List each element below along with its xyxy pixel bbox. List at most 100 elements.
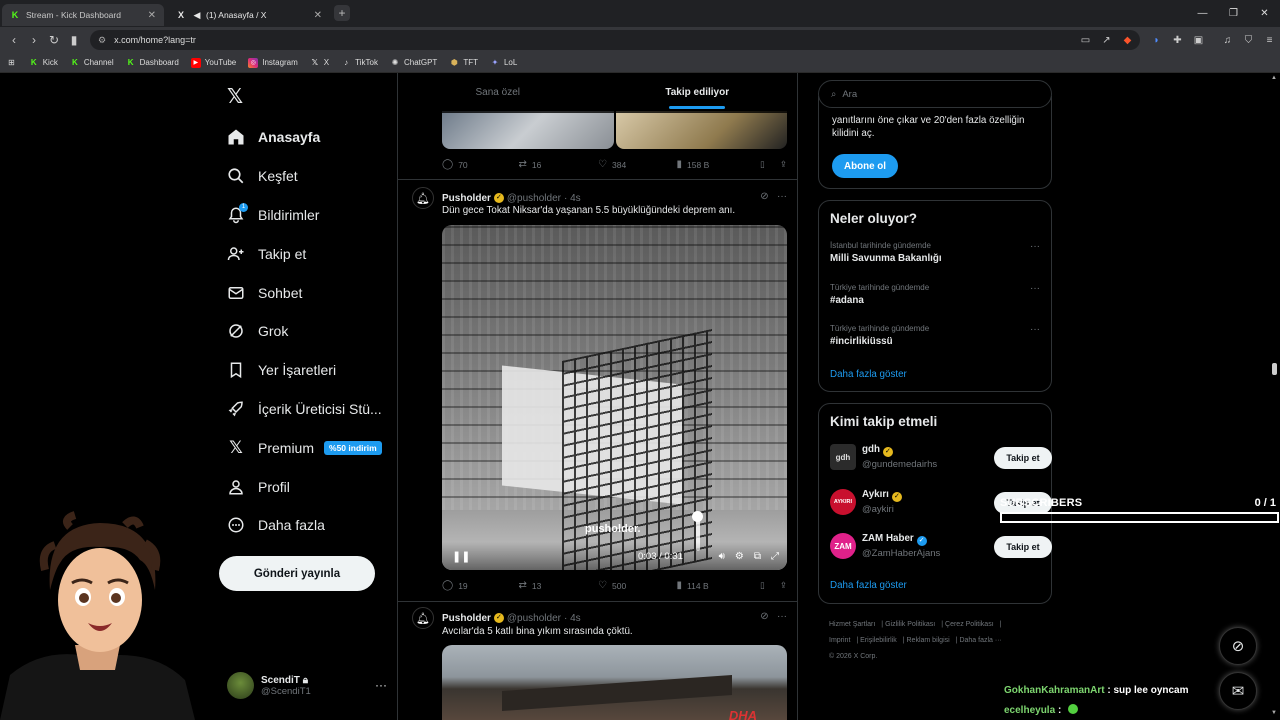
more-icon[interactable]: ···: [1030, 283, 1040, 294]
vpn-icon[interactable]: ⛉: [1238, 35, 1259, 46]
footer-link[interactable]: Imprint: [829, 637, 850, 644]
footer-link[interactable]: Daha fazla ···: [959, 637, 1001, 644]
trend-item[interactable]: Türkiye tarihinde gündemde #incirlikiüss…: [830, 324, 1040, 347]
new-tab-button[interactable]: +: [334, 5, 350, 21]
scroll-up-icon[interactable]: ▲: [1271, 75, 1277, 81]
footer-link[interactable]: Çerez Politikası: [945, 621, 994, 628]
bookmark-tft[interactable]: ⬢ TFT: [449, 58, 478, 68]
sidebar-item-more[interactable]: Daha fazla: [226, 506, 382, 545]
volume-icon[interactable]: 🔊︎: [719, 551, 725, 562]
like-button[interactable]: ♡ 500: [598, 580, 677, 591]
apps-icon[interactable]: ⊞: [8, 58, 15, 67]
share-post-icon[interactable]: ⇪: [780, 580, 787, 591]
url-bar[interactable]: ⚙ x.com/home?lang=tr: [90, 30, 1140, 50]
bookmark-page-icon[interactable]: ▮: [64, 33, 84, 47]
tab-following[interactable]: Takip ediliyor: [598, 73, 798, 113]
reply-button[interactable]: ◯ 19: [442, 580, 519, 591]
suggested-account[interactable]: gdh gdh ✓ @gundemedairhs Takip et: [830, 444, 1052, 470]
repost-button[interactable]: ⇄ 13: [519, 580, 599, 591]
share-icon[interactable]: ↗: [1096, 35, 1117, 46]
tab-for-you[interactable]: Sana özel: [398, 73, 598, 113]
follow-button[interactable]: Takip et: [994, 536, 1052, 558]
footer-link[interactable]: Reklam bilgisi: [907, 637, 950, 644]
post-handle[interactable]: @pusholder: [507, 193, 561, 204]
share-post-icon[interactable]: ⇪: [780, 159, 787, 170]
post-author[interactable]: Pusholder: [442, 613, 491, 624]
video-player[interactable]: pusholder. ❚❚ 0:03 / 0:31 🔊︎ ⚙ ⧉ ⤢: [442, 225, 787, 570]
sidebar-item-home[interactable]: Anasayfa: [226, 118, 382, 157]
post-time[interactable]: · 4s: [564, 193, 581, 204]
more-icon[interactable]: ···: [1030, 324, 1040, 335]
menu-icon[interactable]: ≡: [1259, 35, 1280, 46]
sidebar-item-creator-studio[interactable]: İçerik Üreticisi Stü...: [226, 390, 382, 429]
music-icon[interactable]: ♫: [1217, 35, 1238, 46]
previous-post-images[interactable]: [442, 111, 787, 149]
sidebar-item-grok[interactable]: Grok: [226, 312, 382, 351]
sidebar-item-follow[interactable]: Takip et: [226, 234, 382, 273]
grok-fab-button[interactable]: ⊘: [1219, 627, 1257, 665]
more-icon[interactable]: ···: [1030, 241, 1040, 252]
minimize-icon[interactable]: —: [1187, 0, 1218, 27]
trend-item[interactable]: İstanbul tarihinde gündemde Milli Savunm…: [830, 241, 1040, 264]
bookmark-channel[interactable]: K Channel: [70, 58, 114, 68]
avatar[interactable]: 🔔︎: [412, 607, 434, 629]
bookmark-kick[interactable]: K Kick: [29, 58, 58, 68]
sidebar-item-bookmarks[interactable]: Yer İşaretleri: [226, 351, 382, 390]
search-input[interactable]: ⌕ Ara: [818, 80, 1052, 108]
like-button[interactable]: ♡ 384: [598, 159, 677, 170]
bookmark-chatgpt[interactable]: ✺ ChatGPT: [390, 58, 438, 68]
follow-button[interactable]: Takip et: [994, 447, 1052, 469]
sidebar-item-chat[interactable]: Sohbet: [226, 273, 382, 312]
bookmark-lol[interactable]: ✦ LoL: [490, 58, 518, 68]
more-icon[interactable]: ···: [777, 611, 787, 622]
more-icon[interactable]: ···: [375, 678, 387, 692]
x-logo[interactable]: 𝕏: [227, 84, 243, 109]
repost-button[interactable]: ⇄ 16: [519, 159, 599, 170]
tab-kick-dashboard[interactable]: K Stream - Kick Dashboard ✕: [2, 4, 164, 26]
post-handle[interactable]: @pusholder: [507, 613, 561, 624]
back-icon[interactable]: ‹: [4, 33, 24, 47]
tab-x-home[interactable]: X ◀ (1) Anasayfa / X ✕: [168, 4, 330, 26]
close-window-icon[interactable]: ✕: [1249, 0, 1280, 27]
pause-icon[interactable]: ❚❚: [452, 550, 470, 563]
timeline[interactable]: Sana özel Takip ediliyor ◯ 70 ⇄ 16 ♡ 384 ▮ 1…: [397, 73, 798, 720]
sidebar-item-profile[interactable]: Profil: [226, 467, 382, 506]
brave-shield-icon[interactable]: ◆: [1117, 35, 1138, 46]
speaker-icon[interactable]: ◀: [192, 10, 202, 20]
cast-icon[interactable]: ▭: [1075, 35, 1096, 46]
site-settings-icon[interactable]: ⚙: [98, 35, 106, 46]
grok-icon[interactable]: ⊘: [760, 611, 768, 622]
more-icon[interactable]: ···: [777, 191, 787, 202]
post-time[interactable]: · 4s: [564, 613, 581, 624]
suggested-account[interactable]: ZAM ZAM Haber ✓ @ZamHaberAjans Takip et: [830, 533, 1052, 559]
bookmark-x[interactable]: 𝕏X: [310, 58, 330, 68]
sidebar-item-explore[interactable]: Keşfet: [226, 157, 382, 196]
views-button[interactable]: ▮ 114 B: [677, 580, 760, 591]
trend-item[interactable]: Türkiye tarihinde gündemde #adana ···: [830, 283, 1040, 306]
wallet-icon[interactable]: ◗: [1146, 35, 1167, 46]
sidebar-icon[interactable]: ▣: [1188, 35, 1209, 46]
pip-icon[interactable]: ⧉: [754, 551, 761, 562]
post-image[interactable]: DHA: [442, 645, 787, 720]
settings-icon[interactable]: ⚙: [735, 551, 744, 562]
scrollbar-thumb[interactable]: [1272, 363, 1277, 375]
footer-link[interactable]: Hizmet Şartları: [829, 621, 875, 628]
account-switcher[interactable]: ScendiT 🔒︎ @ScendiT1 ···: [227, 672, 387, 699]
post-button[interactable]: Gönderi yayınla: [219, 556, 375, 591]
bookmark-post-icon[interactable]: ▯: [760, 159, 780, 170]
bookmark-youtube[interactable]: ▶ YouTube: [190, 57, 236, 68]
footer-link[interactable]: Gizlilik Politikası: [885, 621, 935, 628]
sidebar-item-notifications[interactable]: 1 Bildirimler: [226, 196, 382, 235]
avatar[interactable]: 🔔︎: [412, 187, 434, 209]
sidebar-item-premium[interactable]: 𝕏 Premium %50 indirim: [226, 428, 382, 467]
bookmark-instagram[interactable]: ◎ Instagram: [248, 57, 298, 68]
close-tab-icon[interactable]: ✕: [148, 10, 156, 21]
grok-icon[interactable]: ⊘: [760, 191, 768, 202]
bookmark-dashboard[interactable]: K Dashboard: [126, 58, 179, 68]
footer-link[interactable]: Erişilebilirlik: [860, 637, 897, 644]
views-button[interactable]: ▮ 158 B: [677, 159, 760, 170]
close-tab-icon[interactable]: ✕: [314, 10, 322, 21]
scroll-down-icon[interactable]: ▼: [1271, 710, 1277, 716]
maximize-icon[interactable]: ❐: [1218, 0, 1249, 27]
reload-icon[interactable]: ↻: [44, 33, 64, 47]
